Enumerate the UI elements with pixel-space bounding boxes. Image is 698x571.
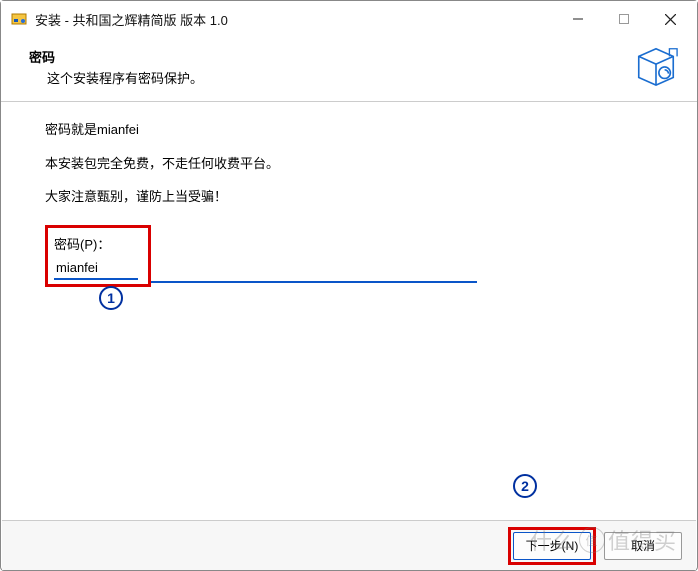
page-subtitle: 这个安装程序有密码保护。 bbox=[47, 68, 673, 87]
page-title: 密码 bbox=[29, 47, 673, 66]
wizard-footer: 下一步(N) 取消 bbox=[2, 520, 696, 570]
close-button[interactable] bbox=[647, 3, 693, 35]
wizard-header: 密码 这个安装程序有密码保护。 bbox=[1, 37, 697, 102]
info-line-1: 密码就是mianfei bbox=[45, 120, 657, 140]
installer-icon bbox=[11, 11, 27, 27]
password-input[interactable] bbox=[54, 257, 138, 280]
package-icon bbox=[633, 43, 679, 89]
info-line-2: 本安装包完全免费，不走任何收费平台。 bbox=[45, 154, 657, 174]
password-underline bbox=[151, 281, 477, 283]
annotation-badge-2: 2 bbox=[513, 474, 537, 498]
annotation-badge-1: 1 bbox=[99, 286, 123, 310]
wizard-content: 密码就是mianfei 本安装包完全免费，不走任何收费平台。 大家注意甄别，谨防… bbox=[1, 102, 697, 287]
cancel-button[interactable]: 取消 bbox=[604, 532, 682, 560]
window-title: 安装 - 共和国之辉精简版 版本 1.0 bbox=[35, 10, 555, 29]
info-line-3: 大家注意甄别，谨防上当受骗！ bbox=[45, 187, 657, 207]
minimize-button[interactable] bbox=[555, 3, 601, 35]
maximize-button[interactable] bbox=[601, 3, 647, 35]
password-label: 密码(P)： bbox=[54, 234, 138, 253]
next-button[interactable]: 下一步(N) bbox=[513, 532, 591, 560]
next-highlight-box: 下一步(N) bbox=[508, 527, 596, 565]
password-highlight-box: 密码(P)： bbox=[45, 225, 151, 287]
window-controls bbox=[555, 3, 693, 35]
titlebar: 安装 - 共和国之辉精简版 版本 1.0 bbox=[1, 1, 697, 37]
